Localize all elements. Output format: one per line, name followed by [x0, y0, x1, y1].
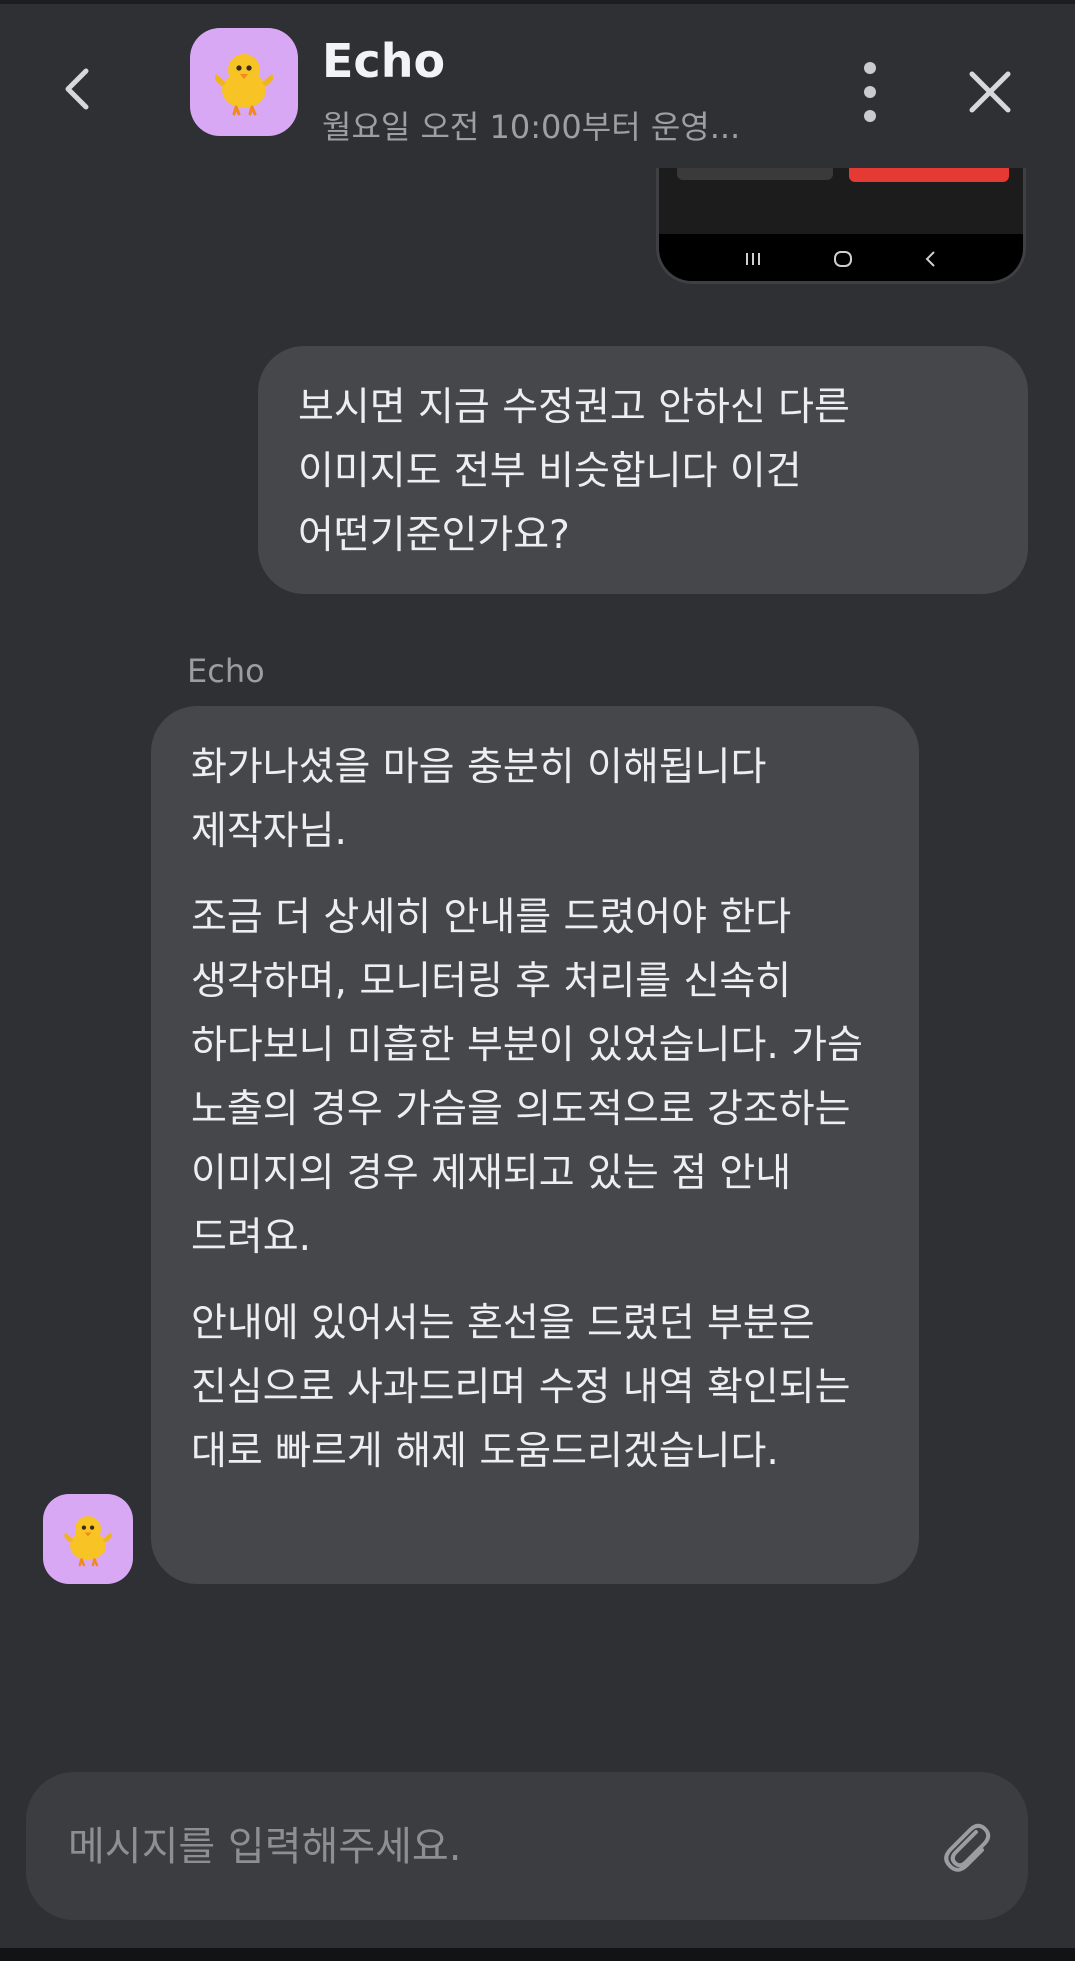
close-icon [969, 71, 1011, 113]
bottom-edge [0, 1948, 1075, 1961]
sender-name: Echo [187, 652, 265, 690]
bot-avatar[interactable] [43, 1494, 133, 1584]
back-button[interactable] [50, 62, 104, 116]
back-nav-icon [925, 251, 935, 267]
paperclip-icon [944, 1823, 991, 1872]
home-icon [833, 251, 852, 267]
attached-screenshot-image[interactable] [656, 168, 1026, 284]
message-paragraph: 화가나셨을 마음 충분히 이해됩니다 제작자님. [191, 745, 767, 854]
more-options-button[interactable] [850, 62, 890, 122]
user-message-bubble[interactable]: 보시면 지금 수정권고 안하신 다른 이미지도 전부 비슷합니다 이건 어떤기준… [258, 346, 1028, 594]
message-paragraph: 안내에 있어서는 혼선을 드렸던 부분은 진심으로 사과드리며 수정 내역 확인… [191, 1301, 851, 1474]
chick-icon [64, 1516, 112, 1567]
message-input-bar [26, 1772, 1028, 1922]
chevron-left-icon [65, 68, 89, 110]
screenshot-red-button [849, 168, 1009, 182]
chat-title: Echo [322, 34, 446, 88]
more-vertical-icon [864, 62, 876, 74]
chat-header: Echo 월요일 오전 10:00부터 운영... [0, 4, 1075, 168]
screenshot-nav-bar [659, 234, 1023, 281]
bot-message-bubble[interactable]: 화가나셨을 마음 충분히 이해됩니다 제작자님. 조금 더 상세히 안내를 드렸… [151, 706, 919, 1584]
chick-icon [214, 54, 274, 116]
message-paragraph: 조금 더 상세히 안내를 드렸어야 한다 생각하며, 모니터링 후 처리를 신속… [191, 895, 863, 1260]
attach-button[interactable] [936, 1816, 996, 1876]
avatar[interactable] [190, 28, 298, 136]
more-dot [864, 86, 876, 98]
chat-subtitle: 월요일 오전 10:00부터 운영... [322, 108, 741, 146]
message-input[interactable] [66, 1772, 930, 1922]
recents-icon [746, 253, 761, 265]
screenshot-gray-button [677, 168, 833, 180]
more-dot [864, 110, 876, 122]
close-button[interactable] [966, 68, 1014, 116]
